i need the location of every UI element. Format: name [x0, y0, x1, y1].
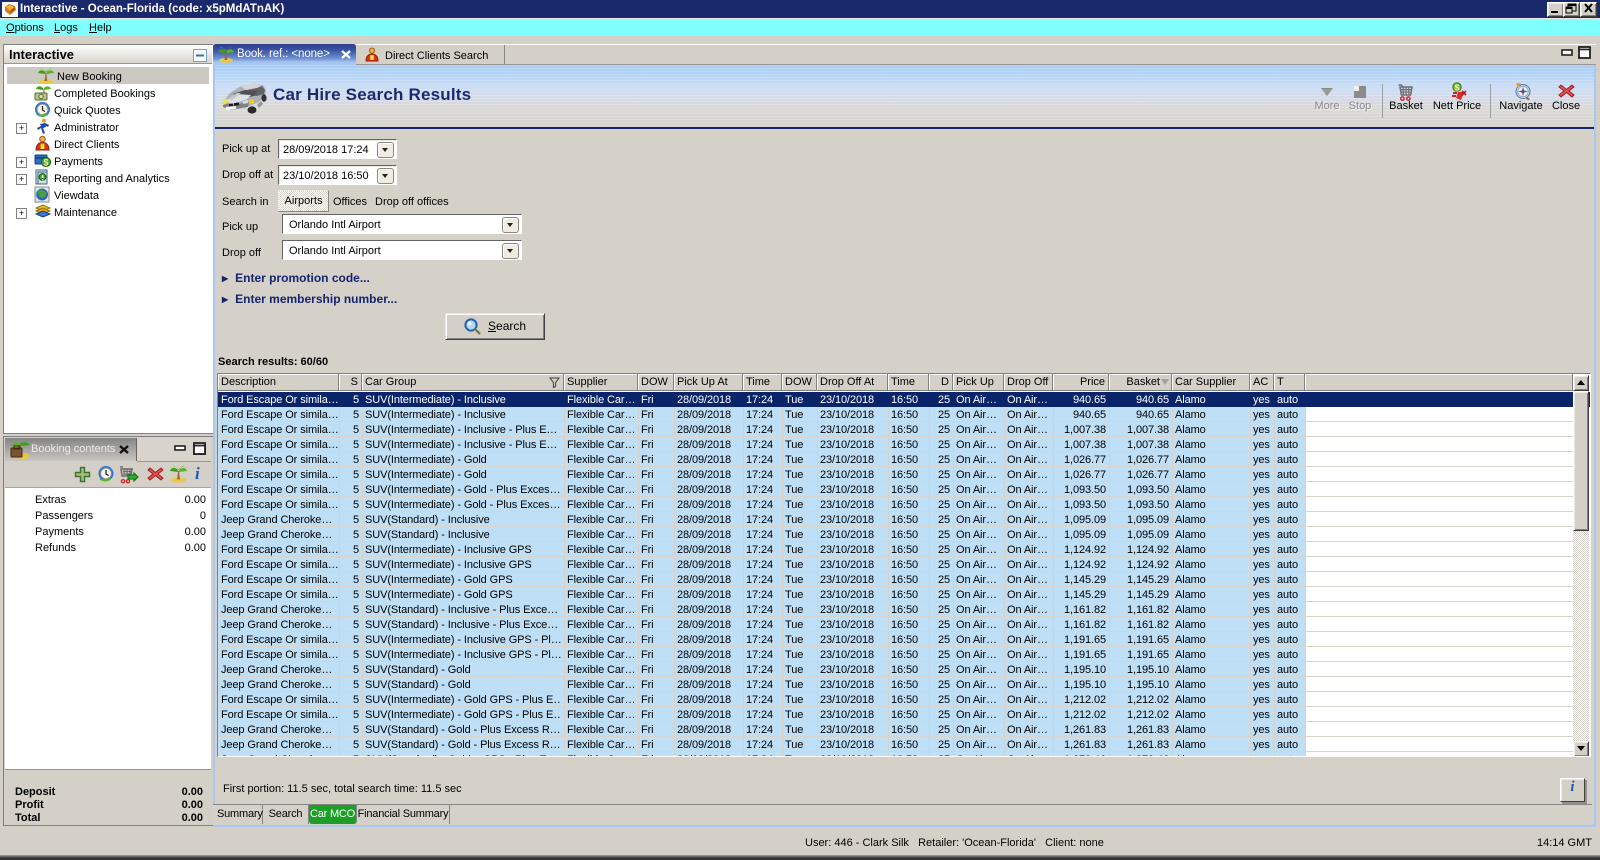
svg-text:$: $ — [43, 157, 48, 167]
svg-text:$: $ — [1455, 82, 1460, 92]
